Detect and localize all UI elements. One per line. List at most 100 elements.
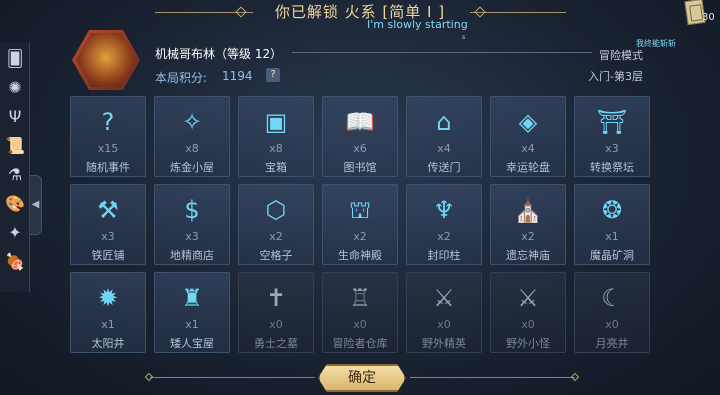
tile-count: x3 — [605, 142, 619, 155]
tile-label: 图书馆 — [343, 161, 377, 174]
tile-label: 月亮井 — [595, 337, 629, 350]
book-icon: 📖 — [345, 108, 375, 136]
tile-count: x0 — [269, 318, 283, 331]
grid-tile[interactable]: ⌂ x4 传送门 — [406, 96, 482, 177]
tile-label: 冒险者仓库 — [332, 337, 388, 350]
grid-tile[interactable]: ⚒ x3 铁匠铺 — [70, 184, 146, 265]
tile-label: 地精商店 — [170, 249, 214, 262]
tile-count: x4 — [437, 142, 451, 155]
cards-icon[interactable]: 🂠 — [3, 47, 27, 71]
tile-count: x0 — [521, 318, 535, 331]
grid-tile[interactable]: ⬡ x2 空格子 — [238, 184, 314, 265]
anvil-icon: ⚒ — [97, 196, 119, 224]
tile-label: 铁匠铺 — [91, 249, 125, 262]
sidebar-toggle-button[interactable]: ◀ — [30, 175, 42, 235]
grid-tile[interactable]: ◈ x4 幸运轮盘 — [490, 96, 566, 177]
crystal-mine-icon: ❂ — [601, 196, 623, 224]
slingshot-icon[interactable]: Ψ — [3, 105, 27, 129]
tile-count: x1 — [185, 318, 199, 331]
alchemy-icon: ✧ — [181, 108, 203, 136]
tile-count: x0 — [353, 318, 367, 331]
tile-count: x1 — [101, 318, 115, 331]
elite-icon: ⚔ — [433, 284, 455, 312]
help-icon[interactable]: ? — [266, 68, 280, 82]
dwarf-house-icon: ♜ — [181, 284, 203, 312]
question-icon: ? — [101, 108, 115, 136]
left-sidebar: 🂠 ✺ Ψ 📜 ⚗ 🎨 ✦ 🍖 — [0, 42, 30, 292]
scroll-icon[interactable]: 📜 — [3, 134, 27, 158]
tile-count: x0 — [605, 318, 619, 331]
tile-count: x2 — [269, 230, 283, 243]
card-count: 30 — [702, 12, 715, 23]
grid-tile[interactable]: ✹ x1 太阳井 — [70, 272, 146, 353]
unlock-title: 你已解锁 火系 [简单 I ] — [274, 3, 446, 21]
grid-tile[interactable]: ☾ x0 月亮井 — [574, 272, 650, 353]
footer-diamond-left — [144, 372, 154, 382]
grid-tile[interactable]: $ x3 地精商店 — [154, 184, 230, 265]
tile-label: 炼金小屋 — [170, 161, 214, 174]
tile-label: 野外小怪 — [506, 337, 550, 350]
grid-tile[interactable]: ⛪ x2 遗忘神庙 — [490, 184, 566, 265]
footer-diamond-right — [570, 372, 580, 382]
grid-tile[interactable]: ? x15 随机事件 — [70, 96, 146, 177]
divider — [292, 52, 592, 53]
sparkle-icon[interactable]: ✦ — [3, 221, 27, 245]
tile-count: x8 — [269, 142, 283, 155]
confirm-button[interactable]: 确定 — [318, 364, 406, 392]
grid-tile[interactable]: ✝ x0 勇士之墓 — [238, 272, 314, 353]
temple-icon: ⛫ — [348, 196, 372, 224]
tile-count: x15 — [97, 142, 119, 155]
small-mark: s — [462, 34, 466, 41]
grid-tile[interactable]: ⛫ x2 生命神殿 — [322, 184, 398, 265]
meat-icon[interactable]: 🍖 — [3, 250, 27, 274]
footer-line-right — [410, 377, 575, 378]
tile-label: 魔晶矿洞 — [590, 249, 634, 262]
tile-label: 幸运轮盘 — [506, 161, 550, 174]
tile-label: 野外精英 — [422, 337, 466, 350]
grid-tile[interactable]: ♜ x1 矮人宝屋 — [154, 272, 230, 353]
grid-tile[interactable]: ✧ x8 炼金小屋 — [154, 96, 230, 177]
shop-icon: $ — [184, 196, 200, 224]
subtitle-overlay: I'm slowly starting — [367, 18, 468, 31]
tile-count: x8 — [185, 142, 199, 155]
portal-icon: ⌂ — [436, 108, 452, 136]
grid-tile[interactable]: ⚔ x0 野外精英 — [406, 272, 482, 353]
grid-tile[interactable]: ⛩ x3 转换祭坛 — [574, 96, 650, 177]
moon-well-icon: ☾ — [601, 284, 623, 312]
tile-label: 传送门 — [427, 161, 461, 174]
shrine-icon: ⛪ — [513, 196, 543, 224]
tile-label: 矮人宝屋 — [170, 337, 214, 350]
tile-label: 随机事件 — [86, 161, 130, 174]
tile-count: x6 — [353, 142, 367, 155]
grid-tile[interactable]: ♆ x2 封印柱 — [406, 184, 482, 265]
grid-tile[interactable]: 📖 x6 图书馆 — [322, 96, 398, 177]
tile-label: 生命神殿 — [338, 249, 382, 262]
tile-count: x0 — [437, 318, 451, 331]
grid-tile[interactable]: ❂ x1 魔晶矿洞 — [574, 184, 650, 265]
spiked-ring-icon[interactable]: ✺ — [3, 76, 27, 100]
hexagon-icon: ⬡ — [265, 196, 287, 224]
palette-icon[interactable]: 🎨 — [3, 192, 27, 216]
tile-label: 转换祭坛 — [590, 161, 634, 174]
tile-count: x3 — [101, 230, 115, 243]
seal-icon: ♆ — [433, 196, 455, 224]
score-label: 本局积分: — [155, 71, 208, 85]
tile-count: x2 — [437, 230, 451, 243]
character-name: 机械哥布林（等级 12） — [155, 47, 283, 61]
grid-tile[interactable]: ⚔ x0 野外小怪 — [490, 272, 566, 353]
grid-tile[interactable]: ♖ x0 冒险者仓库 — [322, 272, 398, 353]
grid-tile[interactable]: ▣ x8 宝箱 — [238, 96, 314, 177]
tile-count: x3 — [185, 230, 199, 243]
score-value: 1194 — [222, 69, 253, 83]
tile-count: x2 — [353, 230, 367, 243]
tile-count: x1 — [605, 230, 619, 243]
floor-label: 入门-第3层 — [588, 70, 643, 83]
tile-count: x2 — [521, 230, 535, 243]
sun-well-icon: ✹ — [97, 284, 119, 312]
tile-label: 空格子 — [259, 249, 293, 262]
tomb-icon: ✝ — [265, 284, 287, 312]
potion-icon[interactable]: ⚗ — [3, 163, 27, 187]
wheel-icon: ◈ — [518, 108, 538, 136]
tile-label: 勇士之墓 — [254, 337, 298, 350]
footer-line-left — [150, 377, 315, 378]
